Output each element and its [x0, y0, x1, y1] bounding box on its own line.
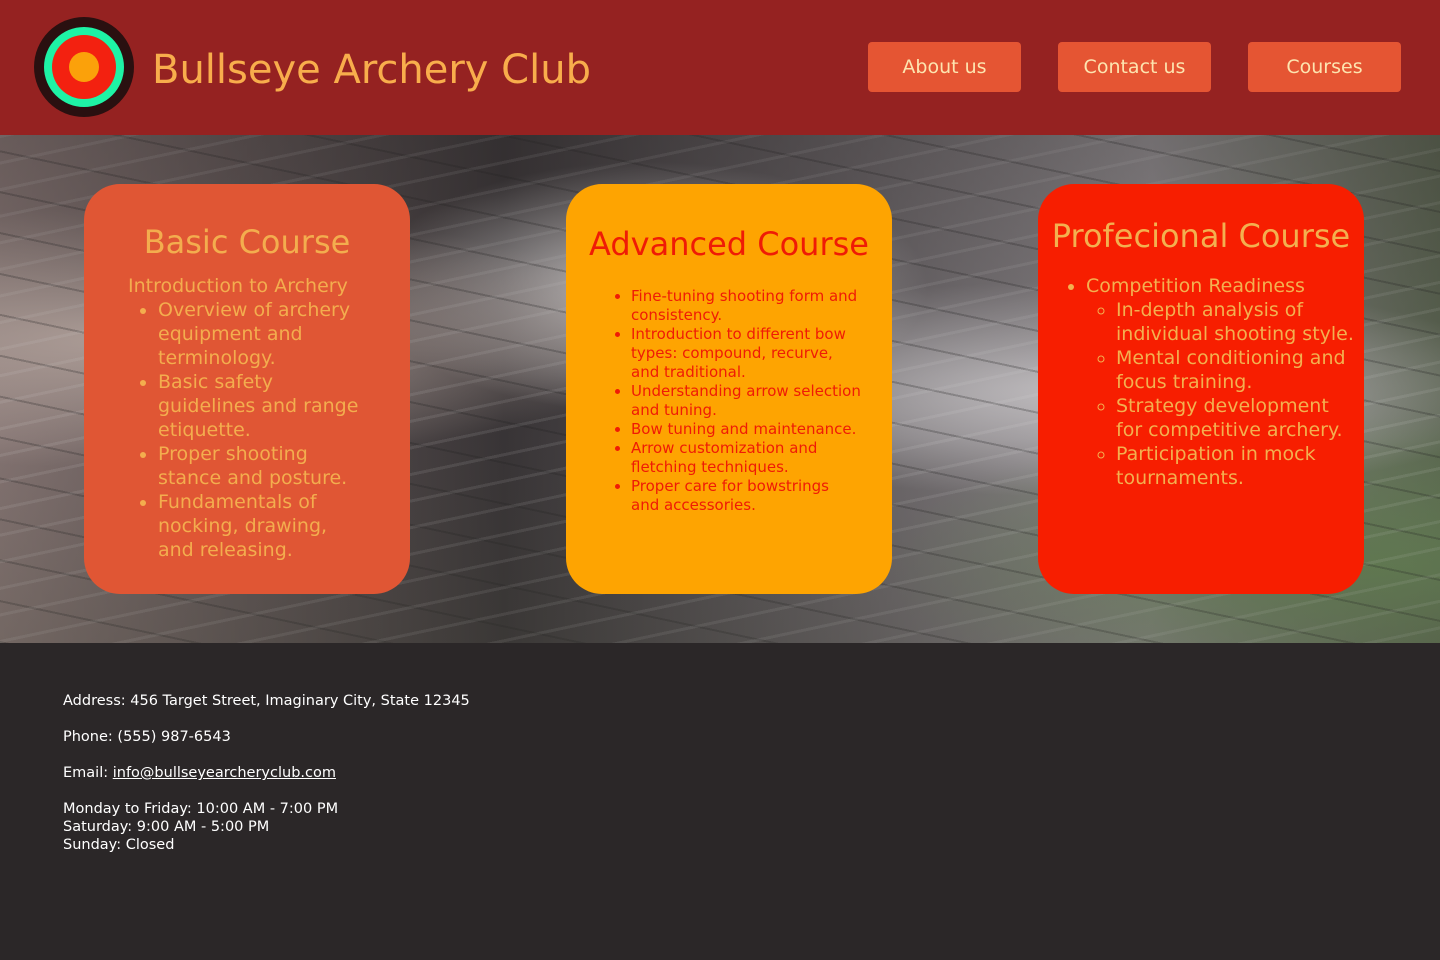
courses-button[interactable]: Courses — [1248, 42, 1401, 92]
basic-course-intro: Introduction to Archery — [128, 275, 348, 297]
advanced-course-card: Advanced Course Fine-tuning shooting for… — [566, 184, 892, 594]
list-item: Mental conditioning and focus training. — [1116, 346, 1356, 394]
bullseye-target-icon — [34, 17, 134, 117]
footer-phone: Phone: (555) 987-6543 — [63, 729, 231, 745]
about-us-button[interactable]: About us — [868, 42, 1021, 92]
list-item: Bow tuning and maintenance. — [631, 420, 861, 439]
footer-hours-weekdays: Monday to Friday: 10:00 AM - 7:00 PM — [63, 801, 339, 817]
list-item: Participation in mock tournaments. — [1116, 442, 1356, 490]
footer-email: Email: info@bullseyearcheryclub.com — [63, 764, 336, 782]
profecional-sub-list: In-depth analysis of individual shooting… — [1086, 298, 1356, 490]
list-item: Introduction to different bow types: com… — [631, 325, 861, 382]
list-item: Arrow customization and fletching techni… — [631, 439, 861, 477]
contact-us-button[interactable]: Contact us — [1058, 42, 1211, 92]
profecional-course-list: Competition Readiness In-depth analysis … — [1056, 274, 1356, 490]
list-item: Strategy development for competitive arc… — [1116, 394, 1356, 442]
site-footer: Address: 456 Target Street, Imaginary Ci… — [0, 643, 1440, 960]
list-item: Fundamentals of nocking, drawing, and re… — [158, 490, 368, 562]
list-item: Overview of archery equipment and termin… — [158, 298, 368, 370]
advanced-course-title: Advanced Course — [589, 225, 869, 263]
profecional-course-title: Profecional Course — [1051, 217, 1351, 255]
basic-course-title: Basic Course — [143, 223, 351, 261]
email-link[interactable]: info@bullseyearcheryclub.com — [113, 765, 336, 781]
basic-course-card: Basic Course Introduction to Archery Ove… — [84, 184, 410, 594]
list-item: Fine-tuning shooting form and consistenc… — [631, 287, 861, 325]
list-item: In-depth analysis of individual shooting… — [1116, 298, 1356, 346]
footer-address: Address: 456 Target Street, Imaginary Ci… — [63, 693, 470, 709]
footer-hours-saturday: Saturday: 9:00 AM - 5:00 PM — [63, 819, 270, 835]
site-title: Bullseye Archery Club — [152, 47, 591, 93]
site-header: Bullseye Archery Club About us Contact u… — [0, 0, 1440, 135]
profecional-course-card: Profecional Course Competition Readiness… — [1038, 184, 1364, 594]
email-label: Email: — [63, 765, 109, 781]
basic-course-list: Overview of archery equipment and termin… — [128, 298, 368, 562]
list-item: Basic safety guidelines and range etique… — [158, 370, 368, 442]
list-item: Competition Readiness In-depth analysis … — [1086, 274, 1356, 490]
footer-hours-sunday: Sunday: Closed — [63, 837, 175, 853]
list-item: Proper shooting stance and posture. — [158, 442, 368, 490]
advanced-course-list: Fine-tuning shooting form and consistenc… — [601, 287, 861, 515]
list-item: Understanding arrow selection and tuning… — [631, 382, 861, 420]
competition-readiness-label: Competition Readiness — [1086, 275, 1305, 297]
list-item: Proper care for bowstrings and accessori… — [631, 477, 861, 515]
